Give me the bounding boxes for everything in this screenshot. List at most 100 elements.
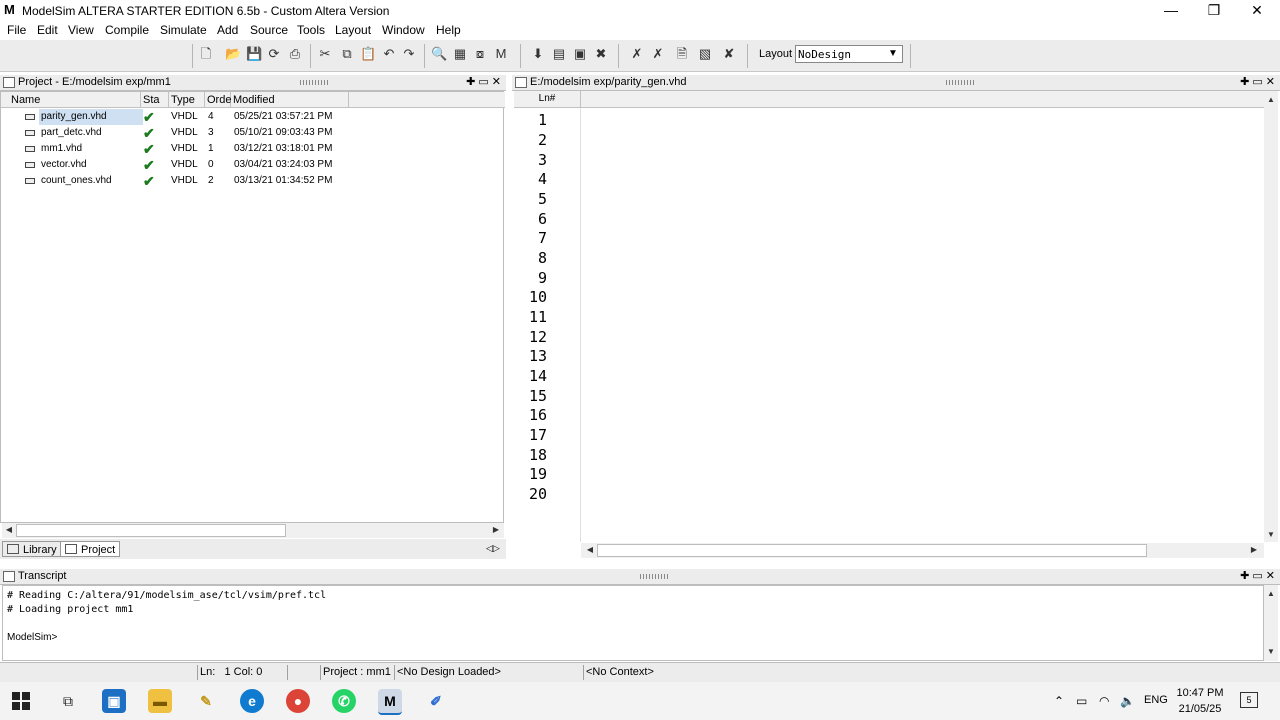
- scroll-up-icon[interactable]: ▲: [1264, 93, 1278, 107]
- modelsim-m-icon[interactable]: M: [493, 46, 509, 62]
- undo-icon[interactable]: ↶: [381, 46, 397, 62]
- project-file-list[interactable]: Name Sta Type Orde Modified parity_gen.v…: [0, 91, 505, 523]
- tab-project[interactable]: Project: [60, 541, 121, 557]
- store-icon[interactable]: ▣: [102, 689, 126, 713]
- notifications-icon[interactable]: 5: [1240, 692, 1258, 708]
- tab-library[interactable]: Library: [2, 541, 62, 557]
- project-horizontal-scrollbar[interactable]: ◀ ▶: [2, 523, 504, 538]
- column-header-name[interactable]: Name: [1, 92, 141, 108]
- copy-icon[interactable]: ⧉: [339, 46, 355, 62]
- wifi-icon[interactable]: ◠: [1099, 694, 1109, 708]
- scroll-left-icon[interactable]: ◀: [583, 543, 597, 557]
- scroll-right-icon[interactable]: ▶: [489, 523, 503, 537]
- close-button[interactable]: ✕: [1235, 0, 1279, 21]
- task-view-icon[interactable]: ⧉: [56, 689, 80, 713]
- menu-tools[interactable]: Tools: [297, 23, 325, 37]
- windows-start-icon[interactable]: [12, 692, 30, 710]
- panel-drag-grip[interactable]: [640, 574, 668, 579]
- scroll-right-icon[interactable]: ▶: [1247, 543, 1261, 557]
- column-header-order[interactable]: Orde: [205, 92, 231, 108]
- language-indicator[interactable]: ENG: [1144, 694, 1168, 706]
- file-modified: 03/13/21 01:34:52 PM: [234, 175, 333, 186]
- cut-icon[interactable]: ✂: [317, 46, 333, 62]
- compile-selected-icon[interactable]: ⬇: [530, 46, 546, 62]
- file-explorer-icon[interactable]: ▬: [148, 689, 172, 713]
- panel-window-buttons[interactable]: ✚▭✕: [1240, 569, 1278, 582]
- compile-all-icon[interactable]: ▤: [551, 46, 567, 62]
- clear-icon[interactable]: ✘: [721, 46, 737, 62]
- volume-icon[interactable]: 🔈: [1120, 694, 1135, 708]
- tab-scroll-arrows[interactable]: ◁▷: [486, 543, 500, 554]
- line-number: 8: [537, 249, 547, 267]
- refresh-icon[interactable]: ⟳: [266, 46, 282, 62]
- save-icon[interactable]: 💾: [246, 46, 262, 62]
- file-name: mm1.vhd: [41, 143, 83, 154]
- hierarchy-icon[interactable]: ⧇: [472, 46, 488, 62]
- find-icon[interactable]: 🔍: [431, 46, 447, 62]
- tools-app-icon[interactable]: ✎: [194, 689, 218, 713]
- menu-file[interactable]: File: [7, 23, 26, 37]
- redo-icon[interactable]: ↷: [401, 46, 417, 62]
- menu-simulate[interactable]: Simulate: [160, 23, 207, 37]
- scroll-left-icon[interactable]: ◀: [2, 523, 16, 537]
- battery-icon[interactable]: ▭: [1076, 694, 1087, 708]
- print-icon[interactable]: ⎙: [287, 46, 303, 62]
- panel-window-buttons[interactable]: ✚▭✕: [1240, 75, 1278, 88]
- file-row[interactable]: parity_gen.vhd ✔ VHDL 4 05/25/21 03:57:2…: [1, 109, 505, 125]
- panel-drag-grip[interactable]: [946, 80, 974, 85]
- restore-button[interactable]: ❐: [1192, 0, 1236, 21]
- file-row[interactable]: mm1.vhd ✔ VHDL 1 03/12/21 03:18:01 PM: [1, 141, 505, 157]
- delete-all-icon[interactable]: ✗: [650, 46, 666, 62]
- column-header-modified[interactable]: Modified: [231, 92, 349, 108]
- paste-icon[interactable]: 📋: [360, 46, 376, 62]
- scroll-down-icon[interactable]: ▼: [1264, 528, 1278, 542]
- code-editor[interactable]: [581, 108, 1264, 542]
- break-icon[interactable]: ✖: [593, 46, 609, 62]
- delete-icon[interactable]: ✗: [629, 46, 645, 62]
- scrollbar-thumb[interactable]: [597, 544, 1147, 557]
- file-row[interactable]: count_ones.vhd ✔ VHDL 2 03/13/21 01:34:5…: [1, 173, 505, 189]
- clock[interactable]: 10:47 PM 21/05/25: [1172, 685, 1228, 717]
- new-file-icon[interactable]: 🗋: [198, 46, 214, 62]
- chevron-up-icon[interactable]: ⌃: [1054, 694, 1064, 708]
- properties-icon[interactable]: ▧: [697, 46, 713, 62]
- minimize-button[interactable]: —: [1149, 0, 1193, 21]
- menu-edit[interactable]: Edit: [37, 23, 58, 37]
- transcript-vertical-scrollbar[interactable]: ▲ ▼: [1264, 585, 1278, 661]
- check-icon: ✔: [143, 157, 155, 173]
- column-header-type[interactable]: Type: [169, 92, 205, 108]
- scroll-up-icon[interactable]: ▲: [1264, 587, 1278, 601]
- transcript-prompt[interactable]: ModelSim>: [7, 632, 57, 643]
- menu-help[interactable]: Help: [436, 23, 461, 37]
- open-folder-icon[interactable]: 📂: [225, 46, 241, 62]
- editor-vertical-scrollbar[interactable]: ▲ ▼: [1264, 91, 1278, 542]
- scroll-down-icon[interactable]: ▼: [1264, 645, 1278, 659]
- modelsim-taskbar-icon[interactable]: M: [378, 689, 402, 715]
- chrome-browser-icon[interactable]: ●: [286, 689, 310, 713]
- paint-app-icon[interactable]: ✐: [424, 689, 448, 713]
- menu-add[interactable]: Add: [217, 23, 238, 37]
- transcript-icon: [3, 571, 15, 582]
- compile-icon[interactable]: ▦: [452, 46, 468, 62]
- file-row[interactable]: vector.vhd ✔ VHDL 0 03/04/21 03:24:03 PM: [1, 157, 505, 173]
- edge-browser-icon[interactable]: e: [240, 689, 264, 713]
- file-row[interactable]: part_detc.vhd ✔ VHDL 3 05/10/21 09:03:43…: [1, 125, 505, 141]
- chevron-down-icon[interactable]: ▼: [886, 47, 900, 61]
- column-header-status[interactable]: Sta: [141, 92, 169, 108]
- layout-select[interactable]: NoDesign ▼: [795, 45, 903, 63]
- menu-layout[interactable]: Layout: [335, 23, 371, 37]
- whatsapp-icon[interactable]: ✆: [332, 689, 356, 713]
- simulate-icon[interactable]: ▣: [572, 46, 588, 62]
- menu-source[interactable]: Source: [250, 23, 288, 37]
- panel-drag-grip[interactable]: [300, 80, 328, 85]
- menu-view[interactable]: View: [68, 23, 94, 37]
- panel-window-buttons[interactable]: ✚▭✕: [466, 75, 504, 88]
- document-icon[interactable]: 🗎: [674, 46, 690, 62]
- transcript-console[interactable]: # Reading C:/altera/91/modelsim_ase/tcl/…: [2, 585, 1264, 661]
- scrollbar-thumb[interactable]: [16, 524, 286, 537]
- editor-horizontal-scrollbar[interactable]: ◀ ▶: [581, 543, 1264, 558]
- menu-window[interactable]: Window: [382, 23, 425, 37]
- menu-compile[interactable]: Compile: [105, 23, 149, 37]
- toolbar-separator: [424, 44, 425, 68]
- toolbar-separator: [192, 44, 193, 68]
